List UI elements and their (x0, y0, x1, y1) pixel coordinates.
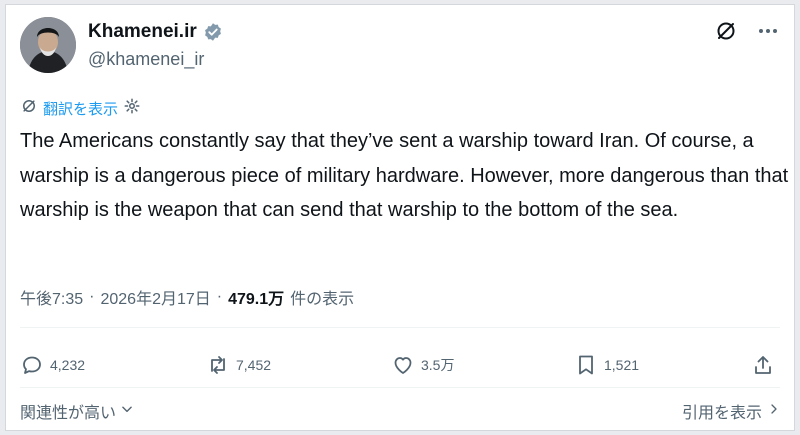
name-row: Khamenei.ir (88, 21, 223, 43)
bookmark-count: 1,521 (604, 357, 640, 373)
sort-label: 関連性が高い (20, 405, 117, 422)
share-button[interactable] (751, 350, 775, 380)
heart-icon (394, 357, 412, 374)
view-count: 479.1万 (228, 291, 285, 308)
view-quotes-link[interactable]: 引用を表示 (682, 399, 780, 423)
share-icon (755, 356, 771, 374)
meta-separator: · (89, 288, 95, 305)
like-count: 3.5万 (421, 357, 455, 373)
reply-count: 4,232 (50, 357, 86, 373)
translate-toggle-icon[interactable] (714, 19, 738, 43)
action-bar: 4,232 7,452 3.5万 1,521 (6, 350, 794, 380)
display-name[interactable]: Khamenei.ir (88, 21, 197, 43)
translate-icon (20, 97, 38, 119)
meta-separator: · (216, 288, 223, 305)
chevron-down-icon (120, 402, 134, 421)
tweet-card: Khamenei.ir @khamenei_ir 翻訳を表示 The Ameri… (5, 4, 795, 431)
quotes-label: 引用を表示 (681, 405, 762, 422)
tweet-meta: 午後7:35 · 2026年2月17日 · 479.1万 件の表示 (20, 285, 354, 309)
bookmark-icon (579, 355, 593, 375)
divider (20, 387, 780, 388)
repost-icon (211, 356, 225, 374)
view-count-label: 件の表示 (290, 291, 355, 308)
avatar[interactable] (20, 17, 76, 73)
reply-icon (23, 356, 41, 374)
bookmark-button[interactable]: 1,521 (574, 350, 639, 380)
more-options-icon[interactable] (756, 19, 780, 43)
tweet-date[interactable]: 2026年2月17日 (100, 285, 210, 309)
translation-settings-gear-icon[interactable] (123, 97, 141, 119)
like-button[interactable]: 3.5万 (391, 350, 454, 380)
avatar-portrait-icon (20, 17, 76, 73)
tweet-text: The Americans constantly say that they’v… (20, 130, 789, 221)
tweet-time[interactable]: 午後7:35 (20, 285, 83, 309)
top-actions (714, 19, 780, 43)
repost-button[interactable]: 7,452 (206, 350, 271, 380)
repost-count: 7,452 (236, 357, 272, 373)
show-translation-link[interactable]: 翻訳を表示 (43, 98, 118, 119)
translate-row: 翻訳を表示 (20, 97, 141, 119)
verified-badge-icon (203, 22, 223, 42)
chevron-right-icon (768, 402, 780, 421)
divider (20, 327, 780, 328)
reply-button[interactable]: 4,232 (20, 350, 85, 380)
handle[interactable]: @khamenei_ir (88, 49, 204, 70)
sort-relevance-dropdown[interactable]: 関連性が高い (20, 399, 134, 423)
